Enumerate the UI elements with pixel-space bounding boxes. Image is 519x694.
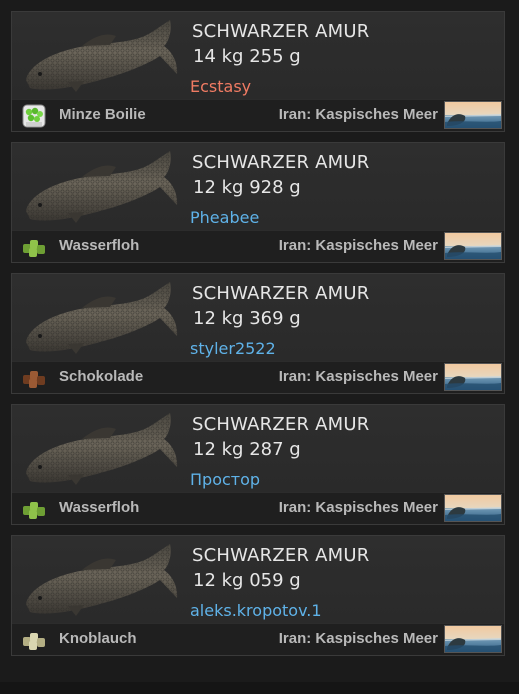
location-thumbnail-icon — [444, 232, 502, 260]
fish-image — [20, 280, 180, 356]
catch-entry-header: SCHWARZER AMUR 12 kg 369 g styler2522 — [12, 274, 504, 363]
bait-name: Schokolade — [59, 368, 144, 385]
catch-weight: 12 kg 059 g — [193, 570, 301, 591]
location-thumbnail-icon — [444, 363, 502, 391]
fish-image — [20, 149, 180, 225]
garlic-pellets-icon — [20, 627, 48, 653]
species-name: SCHWARZER AMUR — [192, 414, 370, 435]
catch-entry-footer: Wasserfloh Iran: Kaspisches Meer — [12, 492, 504, 524]
fish-image — [20, 542, 180, 618]
catch-entry-header: SCHWARZER AMUR 14 kg 255 g Ecstasy — [12, 12, 504, 101]
player-name[interactable]: styler2522 — [190, 339, 276, 358]
catch-entry-card[interactable]: SCHWARZER AMUR 12 kg 059 g aleks.kropotov.… — [11, 535, 505, 656]
fish-image — [20, 18, 180, 94]
catch-entry-footer: Schokolade Iran: Kaspisches Meer — [12, 361, 504, 393]
catch-entry-header: SCHWARZER AMUR 12 kg 059 g aleks.kropotov.… — [12, 536, 504, 625]
mint-boilie-jar-icon — [20, 103, 48, 129]
location-name: Iran: Kaspisches Meer — [278, 237, 438, 254]
catch-entry-footer: Wasserfloh Iran: Kaspisches Meer — [12, 230, 504, 262]
species-name: SCHWARZER AMUR — [192, 283, 370, 304]
fish-image — [20, 411, 180, 487]
player-name[interactable]: Pheabee — [190, 208, 259, 227]
species-name: SCHWARZER AMUR — [192, 545, 370, 566]
location-thumbnail-icon — [444, 101, 502, 129]
location-thumbnail-icon — [444, 625, 502, 653]
catch-entry-card[interactable]: SCHWARZER AMUR 12 kg 369 g styler2522 Schok… — [11, 273, 505, 394]
catch-entry-card[interactable]: SCHWARZER AMUR 12 kg 287 g Простор Wasserfl… — [11, 404, 505, 525]
player-name[interactable]: aleks.kropotov.1 — [190, 601, 322, 620]
player-name[interactable]: Простор — [190, 470, 260, 489]
leaderboard-list: SCHWARZER AMUR 14 kg 255 g Ecstasy Minze Bo… — [11, 11, 505, 666]
player-name[interactable]: Ecstasy — [190, 77, 251, 96]
species-name: SCHWARZER AMUR — [192, 152, 370, 173]
location-name: Iran: Kaspisches Meer — [278, 630, 438, 647]
catch-entry-card[interactable]: SCHWARZER AMUR 14 kg 255 g Ecstasy Minze Bo… — [11, 11, 505, 132]
location-name: Iran: Kaspisches Meer — [278, 368, 438, 385]
bait-name: Wasserfloh — [59, 237, 140, 254]
bait-name: Wasserfloh — [59, 499, 140, 516]
catch-weight: 14 kg 255 g — [193, 46, 301, 67]
location-name: Iran: Kaspisches Meer — [278, 106, 438, 123]
green-pellets-icon — [20, 234, 48, 260]
species-name: SCHWARZER AMUR — [192, 21, 370, 42]
catch-weight: 12 kg 287 g — [193, 439, 301, 460]
bait-name: Minze Boilie — [59, 106, 146, 123]
green-pellets-icon — [20, 496, 48, 522]
footer-bar — [0, 682, 519, 694]
bait-name: Knoblauch — [59, 630, 137, 647]
brown-pellets-icon — [20, 365, 48, 391]
catch-weight: 12 kg 369 g — [193, 308, 301, 329]
catch-weight: 12 kg 928 g — [193, 177, 301, 198]
catch-entry-card[interactable]: SCHWARZER AMUR 12 kg 928 g Pheabee Wasserfl… — [11, 142, 505, 263]
catch-entry-header: SCHWARZER AMUR 12 kg 928 g Pheabee — [12, 143, 504, 232]
location-thumbnail-icon — [444, 494, 502, 522]
catch-entry-header: SCHWARZER AMUR 12 kg 287 g Простор — [12, 405, 504, 494]
catch-entry-footer: Minze Boilie Iran: Kaspisches Meer — [12, 99, 504, 131]
catch-entry-footer: Knoblauch Iran: Kaspisches Meer — [12, 623, 504, 655]
location-name: Iran: Kaspisches Meer — [278, 499, 438, 516]
